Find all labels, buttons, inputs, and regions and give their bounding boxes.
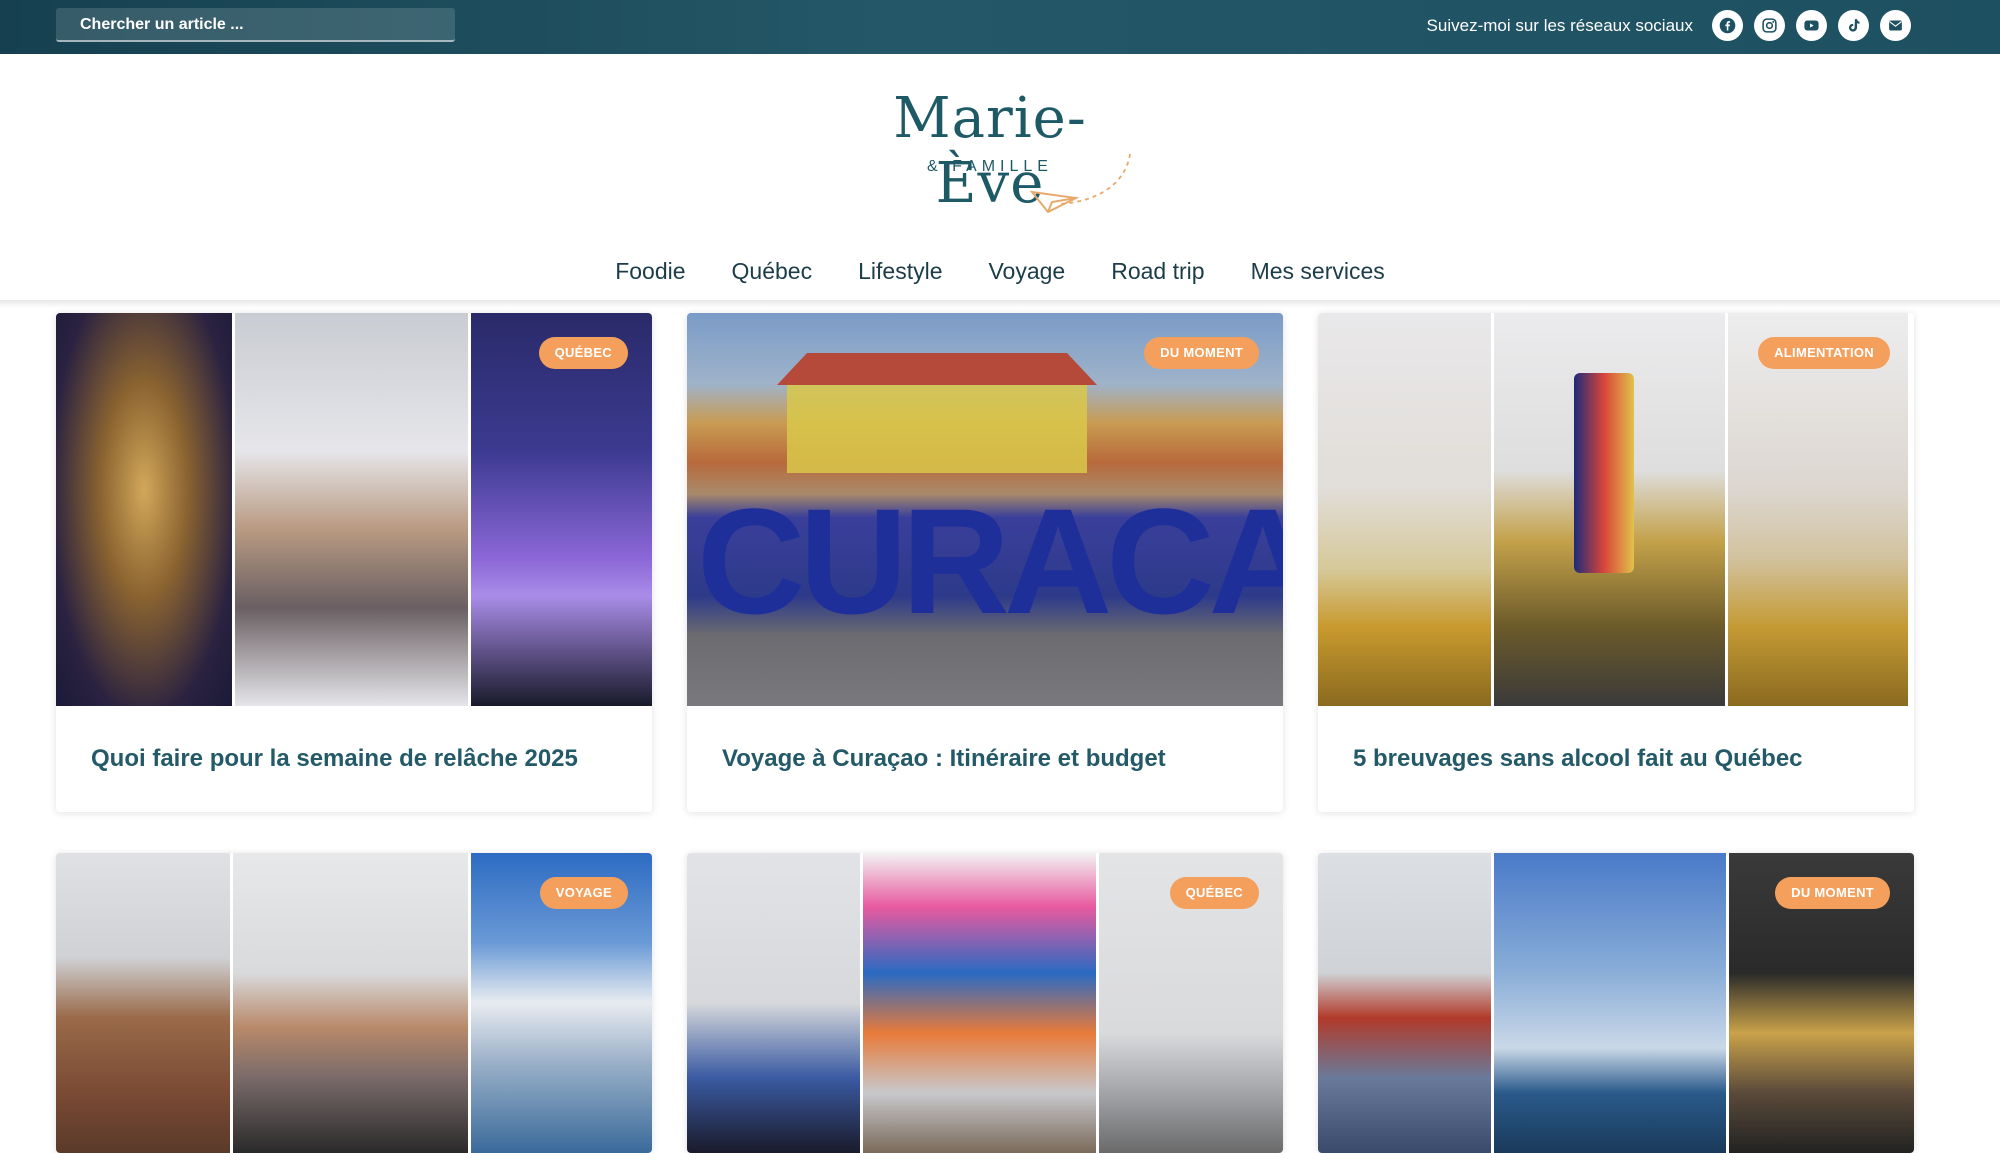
site-logo[interactable]: Marie-Ève & FAMILLE — [840, 86, 1140, 216]
facebook-icon[interactable] — [1712, 10, 1743, 41]
nav-mes-services[interactable]: Mes services — [1251, 248, 1385, 300]
article-image[interactable]: ALIMENTATION — [1318, 313, 1914, 706]
article-title[interactable]: Quoi faire pour la semaine de relâche 20… — [56, 706, 652, 812]
article-card[interactable]: DU MOMENT — [1318, 853, 1914, 1153]
category-badge[interactable]: DU MOMENT — [1144, 337, 1259, 369]
article-image[interactable]: QUÉBEC — [687, 853, 1283, 1153]
article-title[interactable]: Voyage à Curaçao : Itinéraire et budget — [687, 706, 1283, 812]
curacao-sign-graphic: CURACAO — [697, 353, 1283, 645]
article-card[interactable]: QUÉBEC Quoi faire pour la semaine de rel… — [56, 313, 652, 812]
nav-voyage[interactable]: Voyage — [988, 248, 1065, 300]
social-label: Suivez-moi sur les réseaux sociaux — [1426, 16, 1693, 35]
article-card[interactable]: CURACAO DU MOMENT Voyage à Curaçao : Iti… — [687, 313, 1283, 812]
article-image[interactable]: VOYAGE — [56, 853, 652, 1153]
email-icon[interactable] — [1880, 10, 1911, 41]
article-card[interactable]: ALIMENTATION 5 breuvages sans alcool fai… — [1318, 313, 1914, 812]
category-badge[interactable]: DU MOMENT — [1775, 877, 1890, 909]
article-image[interactable]: CURACAO DU MOMENT — [687, 313, 1283, 706]
article-image[interactable]: DU MOMENT — [1318, 853, 1914, 1153]
tiktok-icon[interactable] — [1838, 10, 1869, 41]
nav-road-trip[interactable]: Road trip — [1111, 248, 1204, 300]
youtube-icon[interactable] — [1796, 10, 1827, 41]
category-badge[interactable]: QUÉBEC — [1169, 877, 1259, 909]
category-badge[interactable]: ALIMENTATION — [1758, 337, 1890, 369]
article-card[interactable]: VOYAGE — [56, 853, 652, 1153]
nav-foodie[interactable]: Foodie — [615, 248, 685, 300]
category-badge[interactable]: VOYAGE — [539, 877, 628, 909]
article-card[interactable]: QUÉBEC — [687, 853, 1283, 1153]
article-image[interactable]: QUÉBEC — [56, 313, 652, 706]
article-title[interactable]: 5 breuvages sans alcool fait au Québec — [1318, 706, 1914, 812]
category-badge[interactable]: QUÉBEC — [538, 337, 628, 369]
nav-divider — [0, 300, 2000, 308]
instagram-icon[interactable] — [1754, 10, 1785, 41]
top-bar: Chercher un article ... Suivez-moi sur l… — [0, 0, 2000, 54]
main-nav: Foodie Québec Lifestyle Voyage Road trip… — [0, 248, 2000, 300]
nav-lifestyle[interactable]: Lifestyle — [858, 248, 942, 300]
paper-plane-icon — [1029, 153, 1131, 214]
nav-quebec[interactable]: Québec — [732, 248, 813, 300]
search-input[interactable]: Chercher un article ... — [56, 8, 455, 42]
svg-text:CURACAO: CURACAO — [697, 477, 1283, 645]
